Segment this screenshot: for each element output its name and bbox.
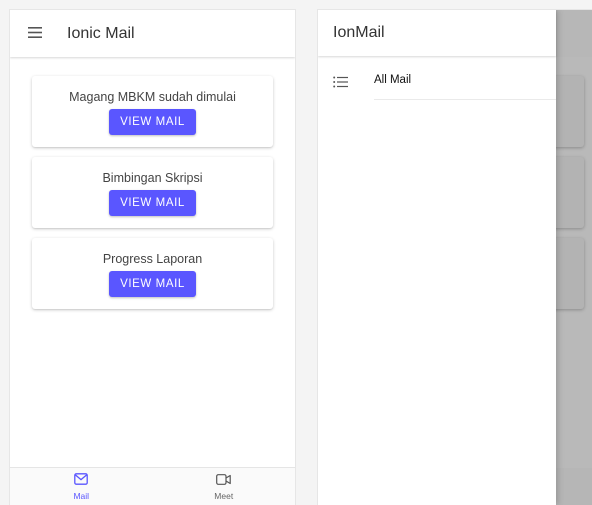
side-menu-title: IonMail [333,24,385,41]
mail-screen: Ionic Mail Magang MBKM sudah dimulai VIE… [9,9,296,505]
mail-card: Progress Laporan VIEW MAIL [32,238,273,309]
menu-button[interactable] [24,23,46,45]
side-menu: IonMail All Mail [318,10,556,505]
mail-list: Magang MBKM sudah dimulai VIEW MAIL Bimb… [10,58,295,468]
mail-icon [74,472,89,490]
mail-card-title: Magang MBKM sudah dimulai [69,90,236,104]
view-mail-button[interactable]: VIEW MAIL [109,190,196,216]
menu-icon [28,25,42,43]
tab-meet-label: Meet [214,491,234,501]
list-icon [333,75,349,89]
mail-card: Magang MBKM sudah dimulai VIEW MAIL [32,76,273,147]
menu-item-label: All Mail [374,74,412,86]
side-menu-header: IonMail [318,10,556,56]
app-toolbar: Ionic Mail [10,10,295,57]
bottom-tab-bar: Mail Meet [10,467,295,505]
view-mail-button[interactable]: VIEW MAIL [109,271,196,297]
tab-meet[interactable]: Meet [153,468,296,505]
view-mail-button[interactable]: VIEW MAIL [109,109,196,135]
tab-mail[interactable]: Mail [10,468,153,505]
mail-card-title: Progress Laporan [102,252,203,266]
video-icon [216,472,232,490]
menu-item-all-mail[interactable]: All Mail [318,68,556,108]
mail-card: Bimbingan Skripsi VIEW MAIL [32,157,273,228]
page-title: Ionic Mail [67,24,135,42]
tab-mail-label: Mail [73,491,90,501]
menu-item-divider [374,99,556,100]
menu-open-screen: IonMail All Mail [317,9,592,505]
mail-card-title: Bimbingan Skripsi [102,171,203,185]
